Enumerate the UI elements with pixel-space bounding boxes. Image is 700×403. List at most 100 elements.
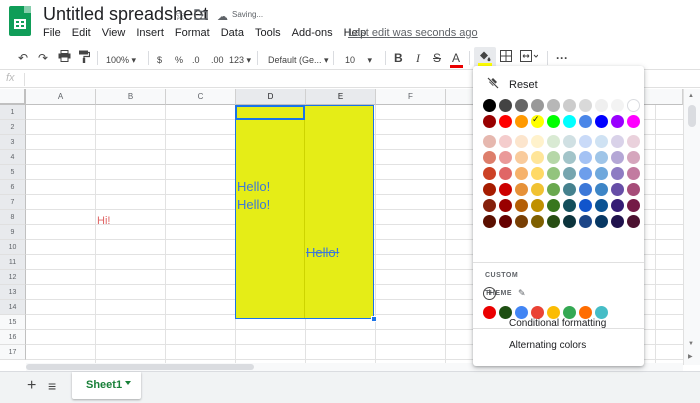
color-swatch[interactable]: [531, 183, 544, 196]
vertical-scrollbar[interactable]: ▲ ▼ ▶: [683, 89, 700, 365]
color-swatch[interactable]: [627, 99, 640, 112]
paint-format-icon[interactable]: [78, 50, 91, 67]
color-swatch[interactable]: [531, 135, 544, 148]
color-swatch[interactable]: [515, 183, 528, 196]
color-swatch[interactable]: [595, 199, 608, 212]
color-swatch[interactable]: [499, 151, 512, 164]
color-swatch[interactable]: [499, 99, 512, 112]
color-swatch[interactable]: [611, 99, 624, 112]
color-swatch[interactable]: [563, 115, 576, 128]
color-swatch[interactable]: [547, 99, 560, 112]
star-icon[interactable]: ☆: [174, 7, 187, 23]
add-custom-color-icon[interactable]: +: [483, 287, 496, 300]
color-swatch[interactable]: [483, 135, 496, 148]
color-swatch[interactable]: [563, 199, 576, 212]
color-swatch[interactable]: [595, 115, 608, 128]
row-header-14[interactable]: 14: [0, 300, 26, 315]
color-swatch[interactable]: [611, 167, 624, 180]
row-header-13[interactable]: 13: [0, 285, 26, 300]
color-swatch[interactable]: [611, 135, 624, 148]
borders-icon[interactable]: [500, 50, 512, 66]
row-header-7[interactable]: 7: [0, 195, 26, 210]
sheet-tab-menu-icon[interactable]: [125, 381, 131, 385]
menu-data[interactable]: Data: [221, 27, 244, 39]
color-swatch[interactable]: [483, 115, 496, 128]
color-swatch[interactable]: [579, 215, 592, 228]
color-swatch[interactable]: [515, 167, 528, 180]
color-swatch[interactable]: [579, 115, 592, 128]
color-swatch[interactable]: [547, 115, 560, 128]
last-edit-link[interactable]: Last edit was seconds ago: [348, 27, 478, 39]
color-swatch[interactable]: [595, 135, 608, 148]
menu-view[interactable]: View: [102, 27, 126, 39]
increase-decimal-button[interactable]: .00: [211, 52, 224, 68]
color-swatch[interactable]: [595, 151, 608, 164]
color-swatch[interactable]: [499, 135, 512, 148]
font-family-select[interactable]: Default (Ge... ▾: [268, 52, 329, 68]
row-header-9[interactable]: 9: [0, 225, 26, 240]
color-swatch[interactable]: [547, 215, 560, 228]
color-swatch[interactable]: [579, 167, 592, 180]
column-header-f[interactable]: F: [376, 89, 446, 105]
color-swatch[interactable]: [531, 215, 544, 228]
sheets-logo-icon[interactable]: [9, 6, 31, 36]
menu-addons[interactable]: Add-ons: [292, 27, 333, 39]
color-swatch[interactable]: [547, 151, 560, 164]
select-all-corner[interactable]: [0, 89, 26, 105]
color-swatch[interactable]: [595, 215, 608, 228]
color-swatch[interactable]: [515, 151, 528, 164]
reset-color-button[interactable]: Reset: [473, 75, 644, 97]
menu-format[interactable]: Format: [175, 27, 210, 39]
color-swatch[interactable]: [579, 99, 592, 112]
column-header-e[interactable]: E: [306, 89, 376, 105]
color-swatch[interactable]: [595, 99, 608, 112]
currency-format-button[interactable]: $: [157, 52, 162, 68]
more-formats-button[interactable]: 123 ▾: [229, 52, 251, 68]
color-swatch[interactable]: ✓: [531, 114, 544, 128]
row-header-10[interactable]: 10: [0, 240, 26, 255]
color-swatch[interactable]: [627, 199, 640, 212]
color-swatch[interactable]: [531, 151, 544, 164]
color-swatch[interactable]: [547, 135, 560, 148]
color-swatch[interactable]: [611, 199, 624, 212]
cell-E10[interactable]: Hello!: [306, 245, 339, 260]
color-swatch[interactable]: [499, 183, 512, 196]
cell-D7[interactable]: Hello!: [237, 197, 270, 212]
color-swatch[interactable]: [515, 135, 528, 148]
row-header-8[interactable]: 8: [0, 210, 26, 225]
undo-icon[interactable]: ↶: [18, 50, 28, 66]
all-sheets-icon[interactable]: ≡: [48, 378, 56, 394]
color-swatch[interactable]: [547, 183, 560, 196]
merge-cells-icon[interactable]: [520, 50, 539, 66]
cell-B8[interactable]: Hi!: [97, 214, 110, 229]
color-swatch[interactable]: [483, 183, 496, 196]
scroll-up-arrow-icon[interactable]: ▲: [688, 93, 694, 99]
color-swatch[interactable]: [499, 167, 512, 180]
menu-edit[interactable]: Edit: [72, 27, 91, 39]
percent-format-button[interactable]: %: [175, 52, 183, 68]
fill-handle[interactable]: [371, 316, 377, 322]
bold-button[interactable]: B: [394, 50, 403, 66]
column-header-c[interactable]: C: [166, 89, 236, 105]
color-swatch[interactable]: [499, 215, 512, 228]
menu-file[interactable]: File: [43, 27, 61, 39]
color-swatch[interactable]: [531, 167, 544, 180]
color-swatch[interactable]: [611, 183, 624, 196]
menu-tools[interactable]: Tools: [255, 27, 281, 39]
zoom-select[interactable]: 100% ▾: [106, 52, 136, 68]
color-swatch[interactable]: [483, 99, 496, 112]
conditional-formatting-item[interactable]: Conditional formatting: [509, 318, 606, 329]
row-header-16[interactable]: 16: [0, 330, 26, 345]
color-swatch[interactable]: [579, 135, 592, 148]
column-header-a[interactable]: A: [26, 89, 96, 105]
strikethrough-button[interactable]: S: [433, 50, 441, 66]
color-swatch[interactable]: [579, 183, 592, 196]
move-folder-icon[interactable]: [194, 7, 208, 23]
cell-D6[interactable]: Hello!: [237, 179, 270, 194]
color-swatch[interactable]: [515, 215, 528, 228]
color-swatch[interactable]: [563, 167, 576, 180]
alternating-colors-item[interactable]: Alternating colors: [509, 340, 586, 351]
print-icon[interactable]: [58, 50, 71, 66]
color-swatch[interactable]: [611, 151, 624, 164]
color-swatch[interactable]: [563, 135, 576, 148]
